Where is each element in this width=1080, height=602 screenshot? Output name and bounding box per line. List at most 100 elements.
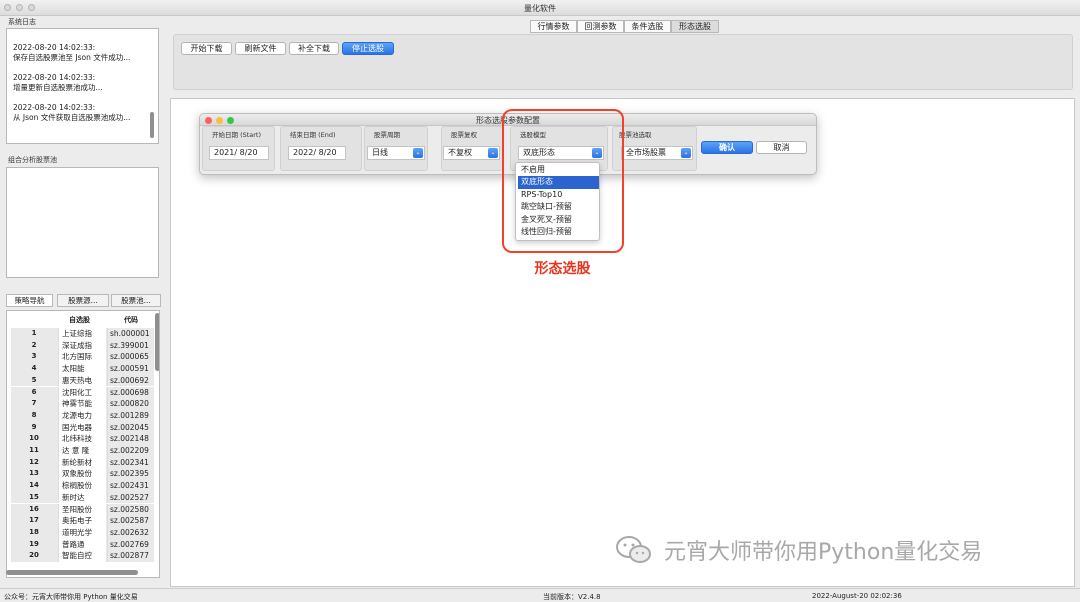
pool-select[interactable]: 全市场股票 ⌄ — [621, 146, 693, 160]
stock-name: 国光电器 — [58, 421, 106, 434]
log-entry-message: 保存自选股票池至 Json 文件成功... — [13, 53, 131, 62]
status-bar: 公众号：元宵大师带你用 Python 量化交易 当前版本：V2.4.8 2022… — [0, 588, 1080, 602]
table-row[interactable]: 17 奥拓电子 sz.002587 — [7, 515, 157, 527]
column-header-code[interactable]: 代码 — [124, 315, 138, 325]
table-row[interactable]: 19 普路通 sz.002769 — [7, 538, 157, 551]
row-number: 14 — [29, 481, 39, 490]
row-number: 15 — [29, 492, 39, 501]
stock-name: 新纶新材 — [58, 456, 106, 469]
table-row[interactable]: 3 北方国际 sz.000065 — [7, 351, 157, 364]
row-number: 6 — [31, 387, 37, 396]
stock-code: sz.000698 — [107, 386, 155, 399]
adjust-value: 不复权 — [448, 148, 472, 157]
row-number: 1 — [31, 329, 37, 337]
row-number: 13 — [29, 469, 39, 478]
period-group: 股票周期 日线 ⌄ — [364, 126, 428, 171]
start-download-button[interactable]: 开始下载 — [181, 42, 232, 55]
stock-code: sh.000001 — [107, 328, 155, 340]
adjust-select[interactable]: 不复权 ⌄ — [443, 146, 500, 160]
group-pool-panel[interactable] — [6, 167, 159, 278]
complete-download-button[interactable]: 补全下载 — [289, 42, 339, 55]
stock-name: 惠天热电 — [58, 374, 106, 387]
table-horizontal-scrollbar[interactable] — [6, 570, 138, 575]
row-number: 20 — [29, 551, 39, 560]
start-date-label: 开始日期 (Start) — [212, 131, 262, 139]
tab-stock-source[interactable]: 股票源... — [57, 294, 109, 307]
adjust-label: 股票复权 — [451, 131, 477, 139]
stock-code: sz.002431 — [107, 480, 155, 492]
table-row[interactable]: 13 双象股份 sz.002395 — [7, 468, 157, 481]
stock-name: 圣阳股份 — [58, 503, 106, 516]
system-log-panel[interactable]: 2022-08-20 14:02:33: 保存自选股票池至 Json 文件成功.… — [6, 28, 159, 144]
row-number: 10 — [29, 434, 39, 443]
table-row[interactable]: 11 达 意 隆 sz.002209 — [7, 445, 157, 457]
tab-strategy-nav[interactable]: 策略导航 — [6, 294, 53, 307]
row-number: 4 — [31, 364, 37, 373]
table-row[interactable]: 1 上证综指 sh.000001 — [7, 328, 157, 340]
table-vertical-scrollbar[interactable] — [155, 313, 159, 371]
pool-value: 全市场股票 — [626, 148, 666, 157]
table-row[interactable]: 15 新时达 sz.002527 — [7, 491, 157, 504]
table-row[interactable]: 12 新纶新材 sz.002341 — [7, 456, 157, 469]
period-select[interactable]: 日线 ⌄ — [367, 146, 425, 160]
watermark-text: 元宵大师带你用Python量化交易 — [664, 540, 983, 565]
chevron-down-icon: ⌄ — [681, 148, 691, 158]
stock-code: sz.002045 — [107, 421, 155, 434]
table-row[interactable]: 5 惠天热电 sz.000692 — [7, 374, 157, 387]
tab-condition-select[interactable]: 条件选股 — [624, 20, 671, 33]
row-number: 7 — [31, 399, 37, 408]
table-row[interactable]: 20 智能自控 sz.002877 — [7, 550, 157, 562]
group-pool-label: 组合分析股票池 — [8, 156, 57, 164]
stock-code: sz.002877 — [107, 550, 155, 562]
row-number: 3 — [31, 352, 37, 361]
refresh-file-button[interactable]: 刷新文件 — [235, 42, 286, 55]
table-row[interactable]: 10 北纬科技 sz.002148 — [7, 433, 157, 445]
tab-pattern-select[interactable]: 形态选股 — [671, 20, 719, 33]
stock-name: 奥拓电子 — [58, 515, 106, 527]
stock-code: sz.002587 — [107, 515, 155, 527]
log-scrollbar[interactable] — [150, 112, 154, 138]
highlight-box — [502, 109, 624, 253]
stop-selection-button[interactable]: 停止选股 — [342, 42, 394, 55]
stock-code: sz.002632 — [107, 526, 155, 539]
stock-name: 神雾节能 — [58, 398, 106, 410]
row-number: 16 — [29, 504, 39, 513]
row-number: 12 — [29, 457, 39, 466]
stock-code: sz.002527 — [107, 491, 155, 504]
window-title: 量化软件 — [524, 4, 556, 13]
status-version: 当前版本：V2.4.8 — [543, 593, 601, 601]
table-row[interactable]: 2 深证成指 sz.399001 — [7, 339, 157, 352]
tab-stock-pool[interactable]: 股票池... — [111, 294, 161, 307]
tab-market-params[interactable]: 行情参数 — [530, 20, 577, 33]
stock-name: 道明光学 — [58, 526, 106, 539]
column-header-name[interactable]: 自选股 — [69, 315, 90, 325]
table-row[interactable]: 9 国光电器 sz.002045 — [7, 421, 157, 434]
end-date-group: 结束日期 (End) 2022/ 8/20 — [280, 126, 362, 171]
parameter-tabs: 行情参数 回测参数 条件选股 形态选股 — [530, 20, 719, 33]
stock-code: sz.002769 — [107, 538, 155, 551]
stock-code: sz.001289 — [107, 409, 155, 422]
stock-code: sz.000692 — [107, 374, 155, 387]
table-row[interactable]: 7 神雾节能 sz.000820 — [7, 398, 157, 410]
table-row[interactable]: 16 圣阳股份 sz.002580 — [7, 503, 157, 516]
end-date-field[interactable]: 2022/ 8/20 — [288, 146, 346, 160]
cancel-button[interactable]: 取消 — [756, 141, 807, 154]
row-number: 5 — [31, 375, 37, 384]
stock-code: sz.002395 — [107, 468, 155, 481]
table-row[interactable]: 18 道明光学 sz.002632 — [7, 526, 157, 539]
chevron-down-icon: ⌄ — [413, 148, 423, 158]
stock-table[interactable]: 自选股 代码 1 上证综指 sh.000001 2 深证成指 sz.399001 3 北方国际… — [6, 310, 160, 578]
start-date-field[interactable]: 2021/ 8/20 — [209, 146, 269, 160]
table-row[interactable]: 14 棕榈股份 sz.002431 — [7, 480, 157, 492]
table-row[interactable]: 6 沈阳化工 sz.000698 — [7, 386, 157, 399]
watermark: 元宵大师带你用Python量化交易 — [615, 534, 982, 571]
stock-name: 普路通 — [58, 538, 106, 551]
stock-code: sz.399001 — [107, 339, 155, 352]
row-number: 2 — [31, 340, 37, 349]
adjust-group: 股票复权 不复权 ⌄ — [441, 126, 503, 171]
confirm-button[interactable]: 确认 — [701, 141, 753, 154]
table-row[interactable]: 4 太阳能 sz.000591 — [7, 363, 157, 375]
stock-code: sz.002580 — [107, 503, 155, 516]
tab-backtest-params[interactable]: 回测参数 — [577, 20, 624, 33]
table-row[interactable]: 8 龙源电力 sz.001289 — [7, 409, 157, 422]
